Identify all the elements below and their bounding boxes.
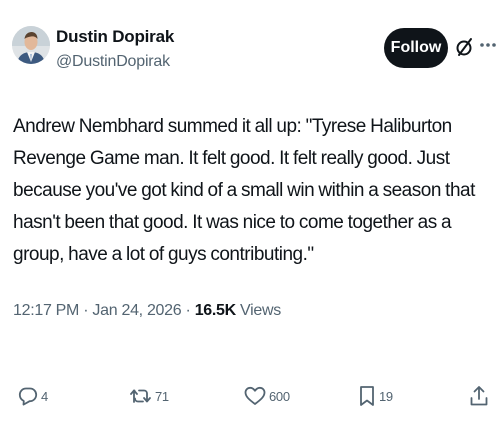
author-display-name[interactable]: Dustin Dopirak <box>56 27 174 47</box>
like-button[interactable]: 600 <box>244 384 290 408</box>
follow-button[interactable]: Follow <box>384 28 448 68</box>
bookmark-icon <box>360 386 374 406</box>
like-count: 600 <box>269 388 290 404</box>
tweet-card: Dustin Dopirak @DustinDopirak Follow And… <box>0 0 500 440</box>
tweet-date[interactable]: Jan 24, 2026 <box>92 302 181 319</box>
tweet-text: Andrew Nembhard summed it all up: "Tyres… <box>13 116 475 265</box>
tweet-time[interactable]: 12:17 PM <box>13 302 79 319</box>
share-icon <box>470 386 488 406</box>
share-button[interactable] <box>469 384 489 408</box>
reply-button[interactable]: 4 <box>18 384 48 408</box>
avatar-photo <box>12 26 50 64</box>
heart-icon <box>244 386 266 405</box>
views-label: Views <box>240 302 281 319</box>
tweet-meta: 12:17 PM · Jan 24, 2026 · 16.5K Views <box>13 302 281 319</box>
reply-icon <box>18 387 38 406</box>
repost-icon <box>130 389 151 403</box>
views-count: 16.5K <box>194 302 237 319</box>
bookmark-button[interactable]: 19 <box>358 384 393 408</box>
repost-count: 71 <box>155 388 169 404</box>
grok-icon[interactable] <box>455 36 475 58</box>
avatar[interactable] <box>12 26 50 64</box>
reply-count: 4 <box>41 388 48 404</box>
more-dots-icon[interactable] <box>478 38 498 52</box>
author-handle[interactable]: @DustinDopirak <box>56 53 170 71</box>
bookmark-count: 19 <box>379 388 393 404</box>
repost-button[interactable]: 71 <box>130 384 169 408</box>
